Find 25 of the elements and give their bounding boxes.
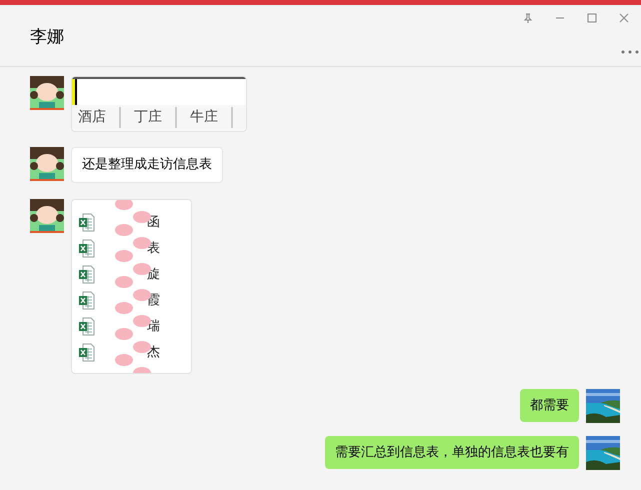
avatar[interactable] [586, 388, 620, 422]
more-icon[interactable] [621, 50, 639, 54]
spreadsheet-icon [78, 213, 95, 232]
message-bubble: 都需要 [520, 388, 579, 422]
file-name: 表 [147, 240, 160, 258]
spreadsheet-icon [78, 317, 95, 336]
pin-icon[interactable] [523, 13, 533, 23]
avatar[interactable] [30, 147, 64, 181]
file-name: 杰 [147, 344, 160, 362]
close-icon[interactable] [619, 13, 629, 23]
tab-label: 牛庄 [177, 107, 233, 128]
avatar[interactable] [586, 436, 620, 470]
file-name: 霞 [147, 292, 160, 310]
tab-label: 丁庄 [121, 107, 177, 128]
spreadsheet-icon [78, 343, 95, 362]
avatar[interactable] [30, 198, 64, 232]
spreadsheet-icon [78, 291, 95, 310]
message-bubble: 需要汇总到信息表，单独的信息表也要有 [325, 436, 579, 469]
spreadsheet-icon [78, 265, 95, 284]
spreadsheet-icon [78, 239, 95, 258]
chat-title: 李娜 [30, 26, 64, 49]
message-bubble: 还是整理成走访信息表 [71, 147, 223, 182]
maximize-icon[interactable] [587, 13, 597, 23]
tab-label: 酒店 [72, 107, 121, 128]
avatar[interactable] [30, 76, 64, 110]
